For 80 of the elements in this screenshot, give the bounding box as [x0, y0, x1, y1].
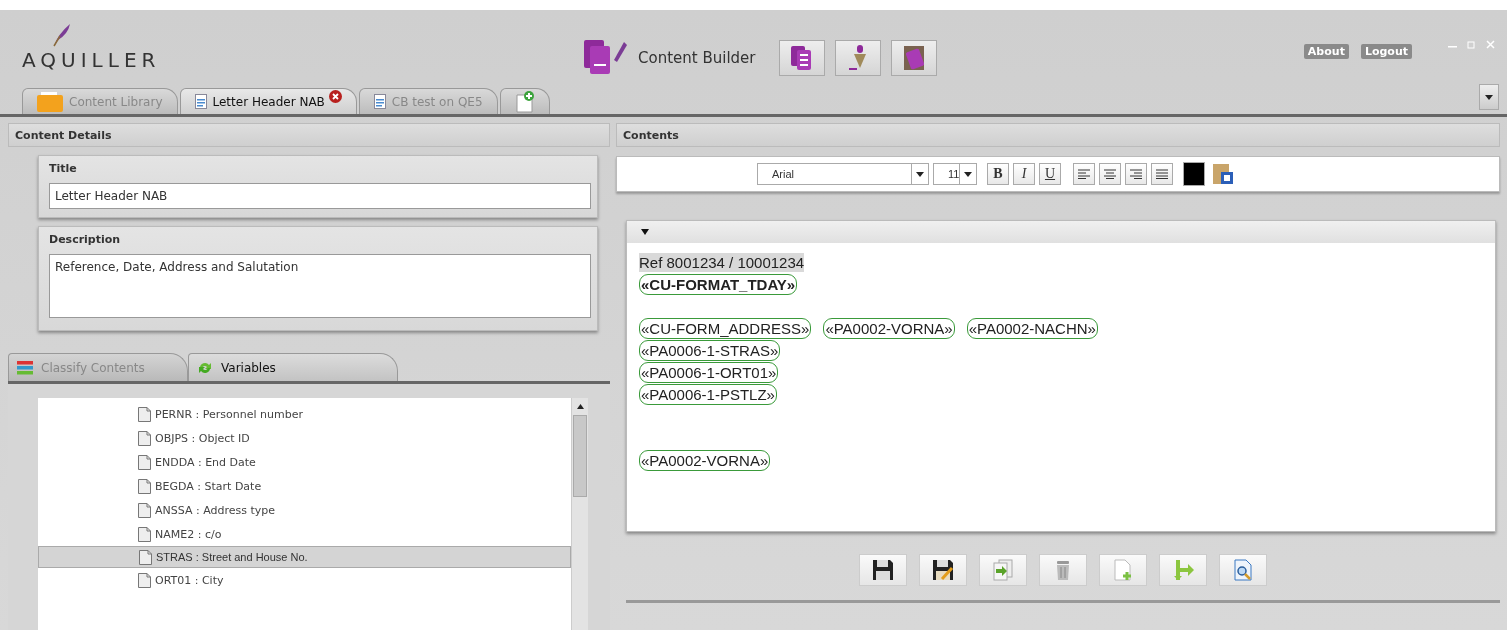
merge-field: «PA0002-NACHN»	[966, 317, 1098, 339]
field-label: Title	[49, 162, 78, 175]
floppy-pencil-icon	[932, 559, 954, 581]
caret-down-icon	[916, 171, 924, 177]
panel-heading: Contents	[623, 128, 679, 142]
new-tab-button[interactable]	[499, 88, 550, 114]
new-document-button[interactable]	[1099, 554, 1147, 586]
restore-icon	[1467, 40, 1476, 49]
document-icon	[138, 526, 151, 542]
field-label: Description	[49, 233, 122, 246]
documents-button[interactable]	[779, 40, 826, 76]
variable-item[interactable]: PERNR : Personnel number	[38, 402, 571, 426]
merge-field: «PA0002-VORNA»	[823, 317, 955, 339]
document-arrow-icon	[992, 559, 1014, 581]
new-document-icon	[1112, 559, 1134, 581]
merge-field: «PA0006-1-PSTLZ»	[639, 383, 777, 405]
font-select[interactable]: Arial	[757, 163, 929, 185]
magnifier-document-icon	[1232, 559, 1254, 581]
align-center-button[interactable]	[1099, 163, 1121, 185]
collapse-arrow-icon[interactable]	[641, 229, 649, 235]
italic-button[interactable]: I	[1013, 163, 1035, 185]
document-icon	[194, 94, 207, 109]
document-icon	[139, 549, 152, 565]
description-field[interactable]: Reference, Date, Address and Salutation	[49, 254, 591, 318]
quill-icon	[50, 22, 72, 48]
app-title: Content Builder	[638, 49, 756, 67]
merge-field: «CU-FORM_ADDRESS»	[639, 317, 812, 339]
merge-field: «PA0002-VORNA»	[639, 449, 771, 471]
panel-tab[interactable]: Variables	[188, 353, 398, 381]
caret-down-icon	[964, 171, 973, 177]
preview-button[interactable]	[1219, 554, 1267, 586]
bold-button[interactable]: B	[987, 163, 1009, 185]
delete-button[interactable]	[1039, 554, 1087, 586]
align-right-icon	[1130, 169, 1142, 179]
caret-down-icon	[1485, 94, 1493, 100]
variable-item[interactable]: NAME2 : c/o	[38, 522, 571, 546]
save-button[interactable]	[859, 554, 907, 586]
document-icon	[138, 502, 151, 518]
pen-nib-button[interactable]	[835, 40, 882, 76]
merge-field: «CU-FORMAT_TDAY»	[639, 273, 798, 295]
close-icon	[1486, 40, 1495, 49]
import-button[interactable]	[979, 554, 1027, 586]
word-document-icon[interactable]	[1213, 162, 1235, 186]
document-icon	[138, 478, 151, 494]
app-logo: AQUILLER	[22, 48, 161, 72]
document-icon	[138, 454, 151, 470]
document-icon	[138, 572, 151, 588]
scrollbar[interactable]	[571, 398, 588, 630]
justify-icon	[1156, 169, 1168, 179]
stacked-bars-icon	[17, 360, 33, 375]
notepad-button[interactable]	[891, 40, 938, 76]
align-center-icon	[1104, 169, 1116, 179]
text-color-button[interactable]	[1183, 162, 1205, 186]
tabs-dropdown-button[interactable]	[1479, 84, 1499, 110]
merge-field: «PA0006-1-ORT01»	[639, 361, 779, 383]
scroll-up-icon[interactable]	[576, 404, 584, 409]
variable-item[interactable]: OBJPS : Object ID	[38, 426, 571, 450]
document-icon	[138, 406, 151, 422]
title-field[interactable]: Letter Header NAB	[49, 183, 591, 209]
underline-button[interactable]: U	[1039, 163, 1061, 185]
document-icon	[373, 94, 386, 109]
save-as-button[interactable]	[919, 554, 967, 586]
variable-item[interactable]: BEGDA : Start Date	[38, 474, 571, 498]
align-left-icon	[1078, 169, 1090, 179]
variable-item[interactable]: ORT01 : City	[38, 568, 571, 592]
close-tab-icon[interactable]	[328, 90, 342, 103]
variable-item[interactable]: ANSSA : Address type	[38, 498, 571, 522]
justify-button[interactable]	[1151, 163, 1173, 185]
new-document-icon	[514, 90, 535, 113]
merge-field: «PA0006-1-STRAS»	[639, 339, 781, 361]
branch-arrow-icon	[1172, 559, 1194, 581]
document-icon	[138, 430, 151, 446]
variable-item[interactable]: ENDDA : End Date	[38, 450, 571, 474]
align-left-button[interactable]	[1073, 163, 1095, 185]
document-tab[interactable]: Letter Header NAB	[179, 88, 357, 114]
branch-arrow-button[interactable]	[1159, 554, 1207, 586]
size-select[interactable]: 11	[933, 163, 977, 185]
folder-icon	[37, 91, 63, 112]
panel-heading: Content Details	[15, 128, 112, 142]
variable-item[interactable]: STRAS : Street and House No.	[38, 546, 571, 568]
